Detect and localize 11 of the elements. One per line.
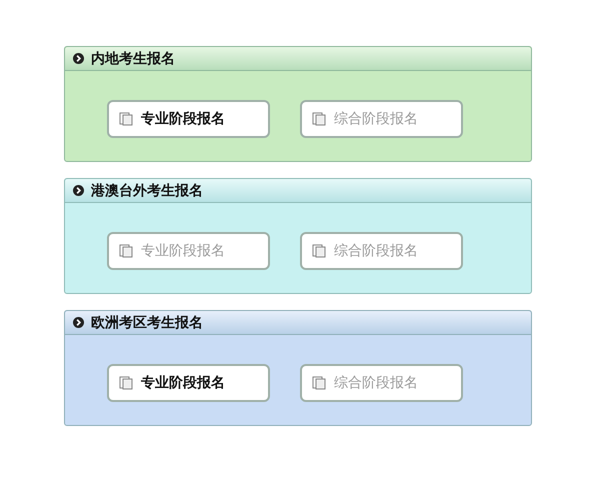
register-button[interactable]: 专业阶段报名 bbox=[107, 100, 270, 138]
documents-icon bbox=[312, 376, 326, 390]
documents-icon bbox=[119, 376, 133, 390]
documents-icon bbox=[119, 244, 133, 258]
section-title: 欧洲考区考生报名 bbox=[91, 314, 203, 332]
register-button[interactable]: 专业阶段报名 bbox=[107, 364, 270, 402]
section-title: 内地考生报名 bbox=[91, 50, 175, 68]
documents-icon bbox=[119, 112, 133, 126]
documents-icon bbox=[312, 244, 326, 258]
section-title: 港澳台外考生报名 bbox=[91, 182, 203, 200]
documents-icon bbox=[312, 112, 326, 126]
